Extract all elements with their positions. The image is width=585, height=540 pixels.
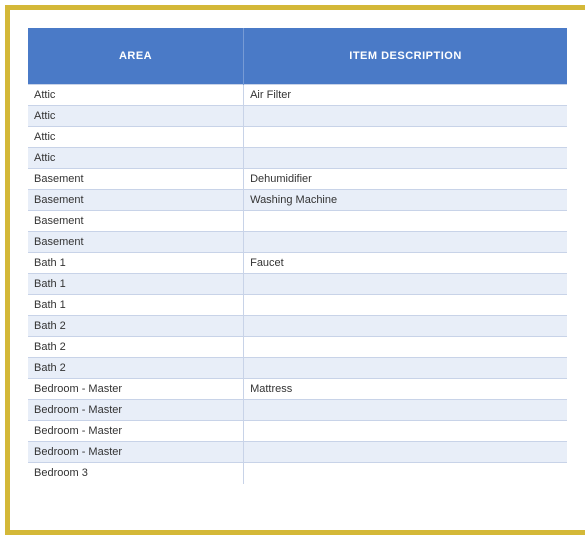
cell-area: Bath 2 xyxy=(28,337,244,358)
cell-area: Attic xyxy=(28,85,244,106)
cell-area: Basement xyxy=(28,232,244,253)
cell-description xyxy=(244,148,567,169)
table-row: AtticAir Filter xyxy=(28,85,567,106)
cell-area: Bath 2 xyxy=(28,316,244,337)
cell-area: Bedroom - Master xyxy=(28,400,244,421)
cell-description xyxy=(244,106,567,127)
cell-description xyxy=(244,442,567,463)
cell-area: Basement xyxy=(28,211,244,232)
cell-area: Attic xyxy=(28,106,244,127)
table-wrapper: AREA ITEM DESCRIPTION AtticAir FilterAtt… xyxy=(28,28,567,484)
cell-area: Basement xyxy=(28,190,244,211)
cell-description xyxy=(244,274,567,295)
cell-description: Dehumidifier xyxy=(244,169,567,190)
cell-area: Bath 1 xyxy=(28,253,244,274)
document-frame: AREA ITEM DESCRIPTION AtticAir FilterAtt… xyxy=(5,5,585,535)
table-row: Bath 2 xyxy=(28,358,567,379)
cell-description xyxy=(244,358,567,379)
table-row: Attic xyxy=(28,106,567,127)
cell-description xyxy=(244,211,567,232)
cell-description: Faucet xyxy=(244,253,567,274)
cell-description xyxy=(244,463,567,484)
header-description: ITEM DESCRIPTION xyxy=(244,28,567,85)
cell-area: Bath 2 xyxy=(28,358,244,379)
table-row: Attic xyxy=(28,127,567,148)
table-row: Bath 1Faucet xyxy=(28,253,567,274)
table-row: Bath 2 xyxy=(28,337,567,358)
cell-description xyxy=(244,232,567,253)
cell-area: Bath 1 xyxy=(28,295,244,316)
cell-area: Attic xyxy=(28,148,244,169)
cell-description xyxy=(244,421,567,442)
cell-description xyxy=(244,316,567,337)
cell-description xyxy=(244,337,567,358)
cell-area: Bath 1 xyxy=(28,274,244,295)
table-row: Basement xyxy=(28,232,567,253)
cell-description xyxy=(244,127,567,148)
table-row: Attic xyxy=(28,148,567,169)
table-row: Basement xyxy=(28,211,567,232)
table-row: Bedroom - Master xyxy=(28,421,567,442)
table-header-row: AREA ITEM DESCRIPTION xyxy=(28,28,567,85)
cell-area: Bedroom 3 xyxy=(28,463,244,484)
table-row: BasementWashing Machine xyxy=(28,190,567,211)
table-row: BasementDehumidifier xyxy=(28,169,567,190)
table-row: Bedroom - Master xyxy=(28,400,567,421)
cell-area: Bedroom - Master xyxy=(28,379,244,400)
table-row: Bath 2 xyxy=(28,316,567,337)
table-row: Bath 1 xyxy=(28,274,567,295)
cell-area: Bedroom - Master xyxy=(28,442,244,463)
cell-area: Attic xyxy=(28,127,244,148)
cell-description: Mattress xyxy=(244,379,567,400)
cell-area: Basement xyxy=(28,169,244,190)
cell-area: Bedroom - Master xyxy=(28,421,244,442)
table-row: Bedroom - Master xyxy=(28,442,567,463)
header-area: AREA xyxy=(28,28,244,85)
cell-description xyxy=(244,295,567,316)
cell-description xyxy=(244,400,567,421)
inventory-table: AREA ITEM DESCRIPTION AtticAir FilterAtt… xyxy=(28,28,567,484)
table-row: Bedroom - MasterMattress xyxy=(28,379,567,400)
table-row: Bedroom 3 xyxy=(28,463,567,484)
table-row: Bath 1 xyxy=(28,295,567,316)
cell-description: Air Filter xyxy=(244,85,567,106)
cell-description: Washing Machine xyxy=(244,190,567,211)
